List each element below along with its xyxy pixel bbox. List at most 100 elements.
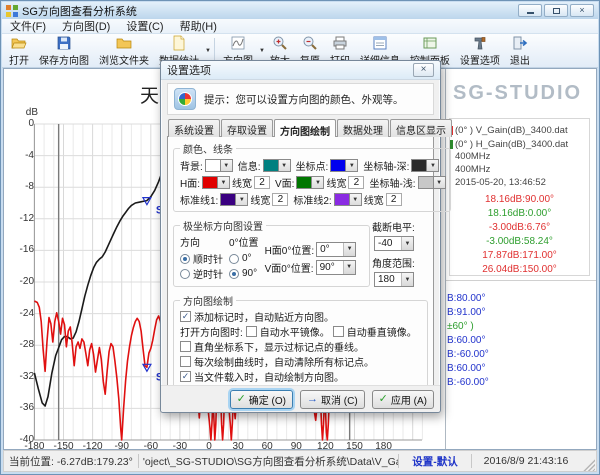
menu-settings[interactable]: 设置(C)	[118, 18, 171, 34]
point-color-dropdown[interactable]: ▼	[330, 159, 358, 172]
h-plane-color-label: H面:	[180, 175, 200, 190]
browse-folder-icon	[116, 35, 132, 51]
menubar: 文件(F) 方向图(D) 设置(C) 帮助(H)	[2, 19, 598, 34]
zero-0-radio[interactable]	[229, 254, 239, 264]
file-line-v: (0° ) V_Gain(dB)_3400.dat	[450, 123, 589, 137]
std-line1-width-label: 线宽	[250, 192, 270, 207]
x-tick-label: -90	[108, 441, 136, 449]
axis-dark-color-label: 坐标轴-深:	[363, 158, 409, 173]
dialog-close-button[interactable]: ×	[413, 63, 434, 77]
chevron-down-icon: ▼	[427, 160, 438, 171]
print-icon	[332, 35, 348, 51]
file-info-box: (0° ) V_Gain(dB)_3400.dat (0° ) H_Gain(d…	[449, 118, 590, 276]
axis-light-color-dropdown[interactable]: ▼	[418, 176, 446, 189]
auto-draw-checkbox[interactable]: ✓	[180, 371, 191, 382]
exit-button[interactable]: 退出	[505, 35, 535, 67]
chevron-down-icon: ▼	[346, 160, 357, 171]
counterclockwise-radio[interactable]	[180, 269, 190, 279]
measurement: 26.04dB:150.00°	[450, 264, 589, 278]
minimize-button[interactable]	[518, 4, 542, 17]
cursor-position: 当前位置: -6.27dB:179.23°	[4, 454, 138, 469]
marker-entry: B:-60.00°	[446, 377, 596, 391]
open-button[interactable]: 打开	[4, 35, 34, 67]
measurement: -3.00dB:58.24°	[450, 236, 589, 250]
y-axis-label: dB	[14, 107, 38, 118]
apply-button[interactable]: ✓应用 (A)	[372, 390, 434, 409]
angle-range-select[interactable]: 180▼	[374, 272, 414, 287]
std-line1-width-input[interactable]: 2	[272, 193, 288, 206]
statusbar: 当前位置: -6.27dB:179.23° 'oject\_SG-STUDIO\…	[3, 450, 597, 472]
vertical-line-checkbox[interactable]	[180, 341, 191, 352]
h-mirror-checkbox[interactable]	[246, 326, 257, 337]
std-line1-color-dropdown[interactable]: ▼	[220, 193, 248, 206]
v-mirror-checkbox[interactable]	[333, 326, 344, 337]
check-icon: ✓	[379, 394, 388, 405]
axis-dark-color-dropdown[interactable]: ▼	[411, 159, 439, 172]
x-tick-label: -30	[166, 441, 194, 449]
v-plane-color-dropdown[interactable]: ▼	[296, 176, 324, 189]
tip-box: 提示：您可以设置方向图的颜色、外观等。	[167, 83, 434, 115]
window-title: SG方向图查看分析系统	[22, 3, 137, 19]
hammer-icon	[472, 35, 488, 51]
info-color-dropdown[interactable]: ▼	[263, 159, 291, 172]
browse-folder-button[interactable]: 浏览文件夹	[94, 35, 154, 67]
v-zero-label: V面0°位置:	[265, 260, 314, 275]
control-panel-icon	[422, 35, 438, 51]
x-tick-label: 60	[253, 441, 281, 449]
h-width-label: 线宽	[232, 175, 252, 190]
y-tick-label: -40	[8, 434, 34, 445]
info-color-label: 信息:	[238, 158, 261, 173]
chevron-down-icon: ▼	[221, 160, 232, 171]
v-zero-select[interactable]: 90°▼	[316, 260, 356, 275]
cancel-button[interactable]: →取消 (C)	[300, 390, 365, 409]
ok-button[interactable]: ✓确定 (O)	[230, 390, 293, 409]
clear-markers-checkbox[interactable]	[180, 356, 191, 367]
menu-pattern[interactable]: 方向图(D)	[54, 18, 118, 34]
bg-color-dropdown[interactable]: ▼	[205, 159, 233, 172]
chevron-down-icon: ▼	[312, 177, 323, 188]
cutoff-label: 截断电平:	[372, 219, 430, 234]
zoom-in-icon	[272, 35, 288, 51]
tab-info-display[interactable]: 信息区显示	[390, 119, 452, 137]
settings-dialog: 设置选项 × 提示：您可以设置方向图的颜色、外观等。 系统设置 存取设置 方向图…	[160, 60, 441, 413]
angle-range-label: 角度范围:	[372, 255, 430, 270]
settings-mode: 设置-默认	[399, 454, 471, 469]
maximize-button[interactable]	[544, 4, 568, 17]
x-tick-label: -60	[137, 441, 165, 449]
clock: 2016/8/9 21:43:16	[472, 455, 580, 467]
resize-grip[interactable]	[582, 458, 595, 471]
tab-access-settings[interactable]: 存取设置	[221, 119, 273, 137]
h-zero-select[interactable]: 0°▼	[316, 242, 356, 257]
dialog-titlebar[interactable]: 设置选项 ×	[161, 61, 440, 80]
chevron-down-icon: ▼	[434, 177, 445, 188]
std-line2-width-input[interactable]: 2	[386, 193, 402, 206]
data-stats-dropdown[interactable]: ▼	[205, 48, 211, 54]
tab-data-processing[interactable]: 数据处理	[337, 119, 389, 137]
h-width-input[interactable]: 2	[254, 176, 270, 189]
y-tick-label: -20	[8, 276, 34, 287]
menu-file[interactable]: 文件(F)	[2, 18, 54, 34]
cutoff-select[interactable]: -40▼	[374, 236, 414, 251]
v-width-input[interactable]: 2	[348, 176, 364, 189]
v-plane-color-label: V面:	[275, 175, 294, 190]
y-tick-label: 0	[8, 118, 34, 129]
x-tick-label: 90	[282, 441, 310, 449]
h-plane-color-dropdown[interactable]: ▼	[202, 176, 230, 189]
file-path: 'oject\_SG-STUDIO\SG方向图查看分析系统\Data\V_Gai…	[139, 454, 398, 469]
y-tick-label: -8	[8, 181, 34, 192]
zero-90-radio[interactable]	[229, 269, 239, 279]
dialog-tabs: 系统设置 存取设置 方向图绘制 数据处理 信息区显示	[167, 119, 434, 137]
settings-options-button[interactable]: 设置选项	[455, 35, 505, 67]
menu-help[interactable]: 帮助(H)	[172, 18, 225, 34]
clockwise-radio[interactable]	[180, 254, 190, 264]
tab-system-settings[interactable]: 系统设置	[168, 119, 220, 137]
save-pattern-button[interactable]: 保存方向图	[34, 35, 94, 67]
tab-pattern-drawing[interactable]: 方向图绘制	[274, 119, 336, 137]
std-line2-color-dropdown[interactable]: ▼	[334, 193, 362, 206]
std-line2-color-label: 标准线2:	[293, 192, 331, 207]
snap-marker-checkbox[interactable]: ✓	[180, 311, 191, 322]
frequency-line: 400MHz	[450, 164, 589, 177]
h-zero-label: H面0°位置:	[265, 242, 315, 257]
tip-text: 提示：您可以设置方向图的颜色、外观等。	[204, 92, 404, 107]
close-button[interactable]: ×	[570, 4, 594, 17]
